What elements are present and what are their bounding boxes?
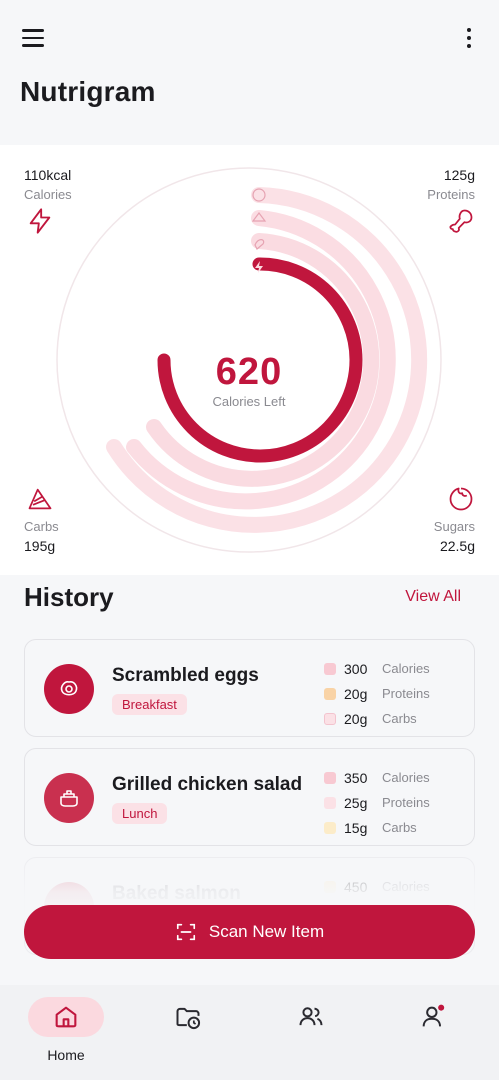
calories-left-value: 620 bbox=[215, 351, 283, 393]
scan-icon bbox=[176, 923, 195, 941]
more-vert-icon[interactable] bbox=[459, 24, 479, 52]
carbs-value: 20g bbox=[344, 710, 368, 727]
calories-left-label: Calories Left bbox=[212, 394, 286, 409]
meal-tag: Breakfast bbox=[112, 694, 187, 715]
calories-value: 450 bbox=[344, 878, 368, 895]
nutrition-summary: 110kcal Calories 125g Proteins Carbs 195… bbox=[0, 145, 499, 575]
profile-icon bbox=[422, 1004, 445, 1027]
drumstick-icon bbox=[324, 796, 336, 809]
nav-home[interactable]: Home bbox=[26, 997, 106, 1067]
meal-tag: Lunch bbox=[112, 803, 168, 824]
lightning-icon bbox=[29, 208, 51, 234]
calories-value: 350 bbox=[344, 769, 368, 786]
meal-nutrients: 300 Calories 20g Proteins 20g Carbs bbox=[324, 656, 454, 731]
calorie-rings: 620 Calories Left bbox=[54, 165, 444, 555]
nav-profile[interactable] bbox=[393, 997, 473, 1067]
bottom-navigation: Home bbox=[0, 985, 499, 1080]
nav-profile-pill bbox=[395, 997, 471, 1037]
bread-icon bbox=[28, 488, 52, 510]
page-title: Nutrigram bbox=[20, 76, 156, 107]
meal-name: Scrambled eggs bbox=[112, 665, 259, 686]
carbs-unit: Carbs bbox=[382, 820, 417, 835]
proteins-unit: Proteins bbox=[382, 686, 430, 701]
menu-icon[interactable] bbox=[18, 22, 50, 54]
nav-community-pill bbox=[273, 997, 349, 1037]
calories-value: 300 bbox=[344, 660, 368, 677]
bowl-icon bbox=[44, 773, 94, 823]
carbs-value: 15g bbox=[344, 819, 368, 836]
proteins-value: 25g bbox=[344, 794, 368, 811]
history-card[interactable]: Scrambled eggs Breakfast 300 Calories 20g… bbox=[24, 639, 475, 737]
meal-name: Grilled chicken salad bbox=[112, 774, 303, 795]
scan-button-label: Scan New Item bbox=[208, 922, 325, 941]
folder-clock-icon bbox=[176, 1007, 201, 1030]
scan-new-item-button[interactable]: Scan New Item bbox=[24, 905, 475, 959]
nav-home-pill bbox=[28, 997, 104, 1037]
nav-history[interactable] bbox=[148, 997, 228, 1067]
drumstick-icon bbox=[324, 687, 336, 700]
history-title: History bbox=[24, 582, 114, 612]
meal-name: Baked salmon bbox=[112, 883, 241, 904]
nav-community[interactable] bbox=[271, 997, 351, 1067]
flame-icon bbox=[324, 662, 336, 675]
nav-home-label: Home bbox=[47, 1047, 85, 1063]
carbs-unit: Carbs bbox=[382, 711, 417, 726]
proteins-unit: Proteins bbox=[382, 795, 430, 810]
bread-icon bbox=[324, 821, 336, 834]
top-app-bar bbox=[0, 0, 499, 80]
calories-unit: Calories bbox=[382, 770, 430, 785]
view-all-link[interactable]: View All bbox=[405, 588, 461, 606]
history-card[interactable]: Grilled chicken salad Lunch 350 Calories … bbox=[24, 748, 475, 846]
drumstick-icon bbox=[449, 209, 473, 233]
candy-icon bbox=[449, 487, 473, 511]
flame-icon bbox=[324, 771, 336, 784]
home-icon bbox=[55, 1006, 77, 1028]
flame-icon bbox=[324, 880, 336, 893]
meal-nutrients: 350 Calories 25g Proteins 15g Carbs bbox=[324, 765, 454, 840]
calories-unit: Calories bbox=[382, 879, 430, 894]
egg-icon bbox=[44, 664, 94, 714]
bread-icon bbox=[324, 712, 336, 725]
calories-unit: Calories bbox=[382, 661, 430, 676]
proteins-value: 20g bbox=[344, 685, 368, 702]
people-icon bbox=[299, 1007, 323, 1026]
nav-history-pill bbox=[150, 997, 226, 1037]
meal-nutrients: 450 Calories bbox=[324, 874, 454, 899]
